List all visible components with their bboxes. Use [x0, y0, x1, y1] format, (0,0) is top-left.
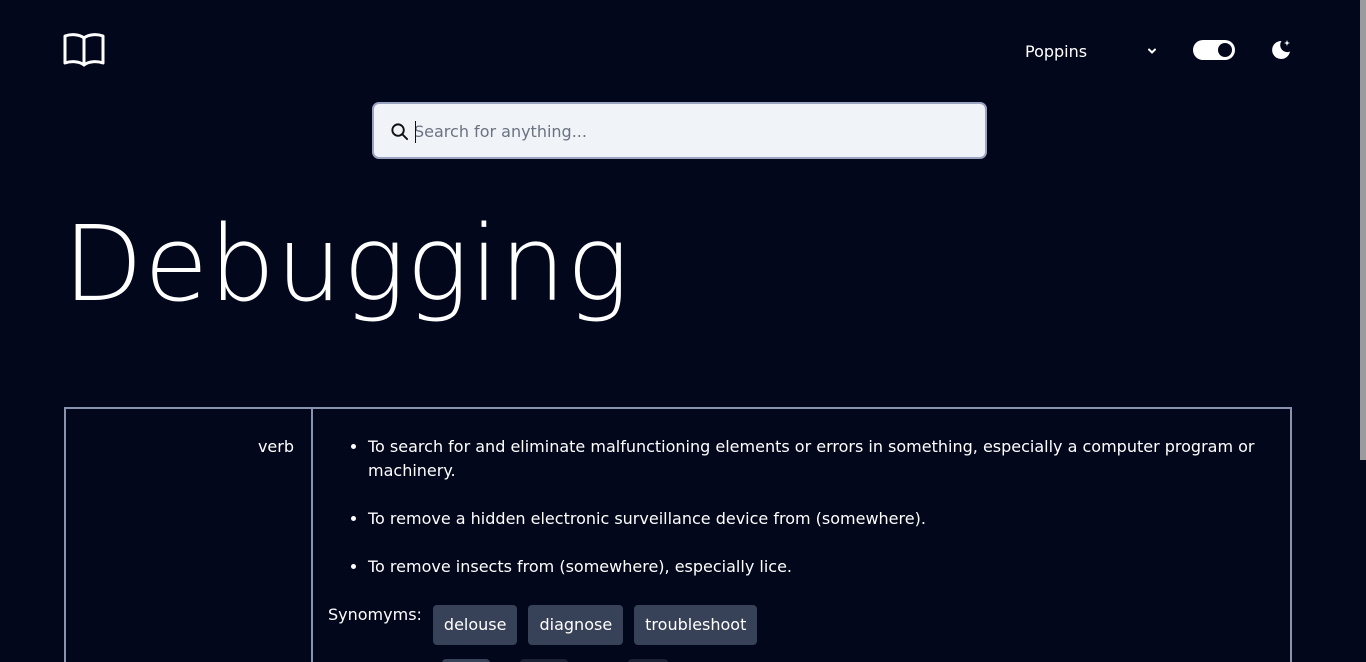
book-open-icon[interactable] [63, 31, 105, 67]
page-scrollbar[interactable] [1360, 0, 1366, 460]
search-bar [372, 102, 987, 159]
font-selector-value: Poppins [1025, 41, 1088, 61]
meaning-item: To remove a hidden electronic surveillan… [368, 507, 1308, 531]
dictionary-page: Poppins Debugging verb To search for and… [0, 0, 1366, 662]
meaning-item: To remove insects from (somewhere), espe… [368, 555, 1308, 579]
synonym-chip-troubleshoot[interactable]: troubleshoot [634, 605, 758, 645]
toggle-knob [1218, 43, 1232, 57]
chevron-down-icon [1148, 48, 1156, 54]
meaning-item: To search for and eliminate malfunctioni… [368, 435, 1308, 483]
font-selector[interactable]: Poppins [1025, 38, 1161, 64]
theme-toggle[interactable] [1193, 40, 1235, 60]
synonym-chip-delouse[interactable]: delouse [432, 605, 518, 645]
definition-table: verb To search for and eliminate malfunc… [64, 407, 1292, 662]
synonyms-row: Synomyms: delouse diagnose troubleshoot [328, 605, 768, 645]
text-caret [415, 121, 416, 143]
meanings-list: To search for and eliminate malfunctioni… [328, 435, 1308, 603]
search-icon [391, 123, 409, 141]
entry-word: Debugging [63, 203, 631, 325]
moon-sparkle-icon[interactable] [1269, 38, 1293, 62]
synonym-chip-diagnose[interactable]: diagnose [528, 605, 624, 645]
search-input[interactable] [414, 116, 969, 146]
synonyms-label: Synomyms: [328, 605, 422, 624]
part-of-speech: verb [257, 437, 294, 456]
column-divider [311, 409, 313, 662]
